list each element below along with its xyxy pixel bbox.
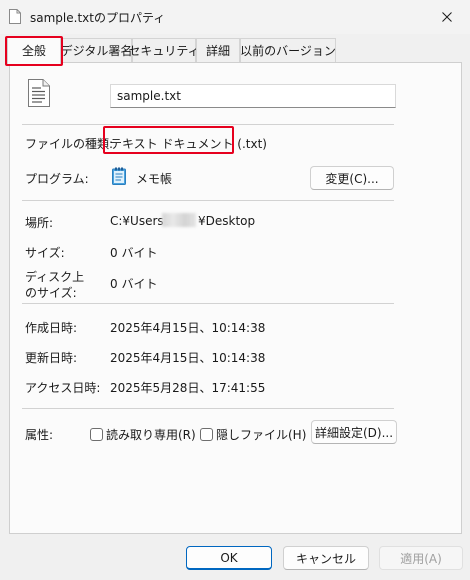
- change-program-button[interactable]: 変更(C)...: [310, 166, 394, 190]
- redacted-username: [162, 213, 196, 227]
- program-label: プログラム:: [25, 172, 89, 186]
- tab-security[interactable]: セキュリティ: [128, 38, 200, 62]
- location-suffix: ¥Desktop: [198, 214, 256, 228]
- notepad-icon: [112, 167, 126, 185]
- divider: [22, 303, 394, 304]
- divider: [22, 124, 394, 125]
- advanced-button[interactable]: 詳細設定(D)...: [311, 420, 397, 444]
- document-icon: [9, 9, 21, 24]
- close-icon: [442, 12, 452, 22]
- accessed-value: 2025年5月28日、17:41:55: [110, 381, 266, 395]
- location-label: 場所:: [25, 216, 54, 230]
- tab-details[interactable]: 詳細: [196, 38, 240, 62]
- close-button[interactable]: [432, 4, 462, 30]
- attributes-label: 属性:: [25, 428, 54, 442]
- file-name-input[interactable]: [110, 84, 396, 108]
- disk-size-value: 0 バイト: [110, 277, 158, 291]
- tab-general[interactable]: 全般: [7, 36, 61, 64]
- created-label: 作成日時:: [25, 321, 78, 335]
- file-type-value: テキスト ドキュメント (.txt): [110, 137, 267, 151]
- size-label: サイズ:: [25, 246, 65, 260]
- readonly-label[interactable]: 読み取り専用(R): [106, 426, 196, 443]
- tab-digital-signatures[interactable]: デジタル署名: [61, 38, 132, 62]
- disk-size-label-line1: ディスク上: [25, 270, 85, 284]
- modified-label: 更新日時:: [25, 351, 78, 365]
- hidden-label[interactable]: 隠しファイル(H): [216, 426, 306, 443]
- created-value: 2025年4月15日、10:14:38: [110, 321, 266, 335]
- divider: [22, 200, 394, 201]
- apply-button: 適用(A): [379, 546, 463, 570]
- window-title: sample.txtのプロパティ: [30, 11, 166, 25]
- disk-size-label-line2: のサイズ:: [25, 286, 77, 300]
- tab-previous-versions[interactable]: 以前のバージョン: [240, 38, 336, 62]
- program-value: メモ帳: [136, 172, 173, 186]
- readonly-checkbox[interactable]: [90, 428, 103, 441]
- text-file-icon: [28, 79, 50, 107]
- hidden-checkbox[interactable]: [200, 428, 213, 441]
- size-value: 0 バイト: [110, 246, 158, 260]
- file-type-label: ファイルの種類:: [25, 137, 114, 151]
- cancel-button[interactable]: キャンセル: [283, 546, 369, 570]
- divider: [22, 408, 394, 409]
- ok-button[interactable]: OK: [186, 546, 272, 570]
- modified-value: 2025年4月15日、10:14:38: [110, 351, 266, 365]
- accessed-label: アクセス日時:: [25, 381, 101, 395]
